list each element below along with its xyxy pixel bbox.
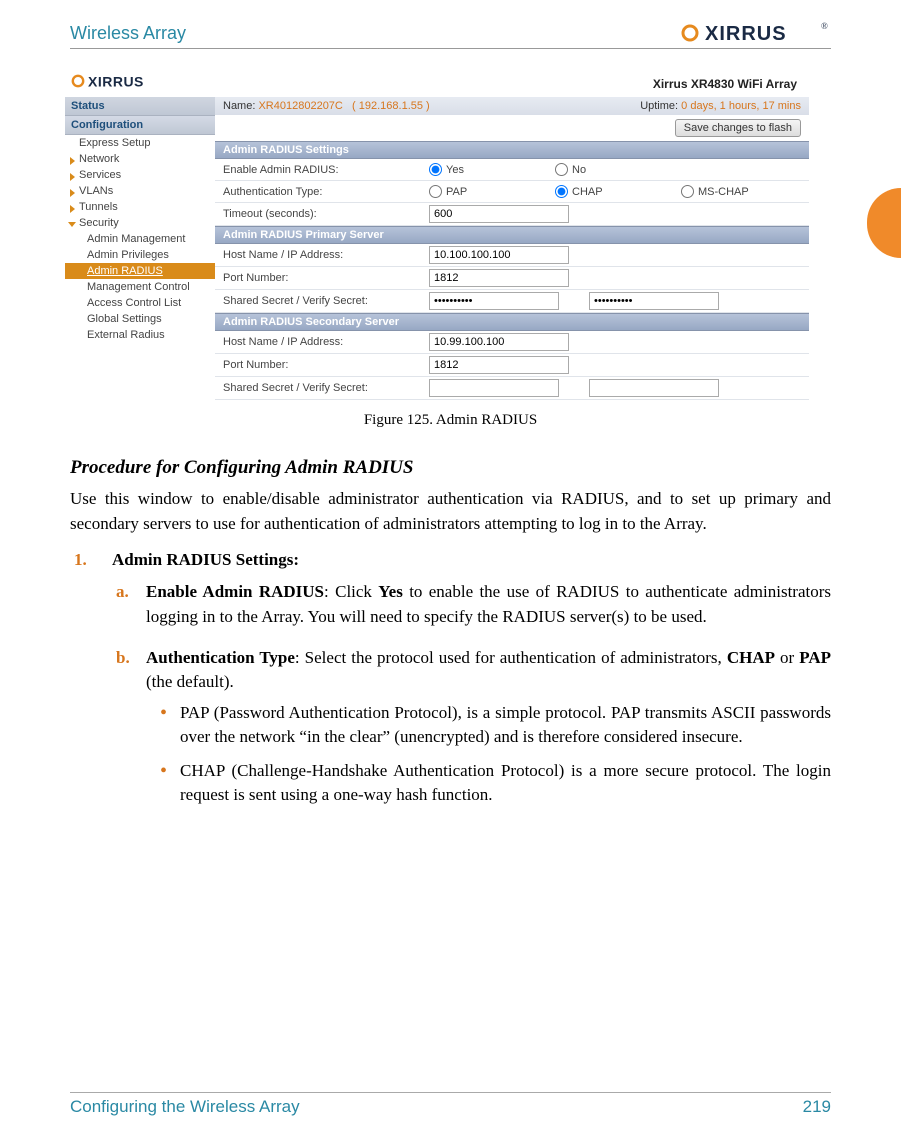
sidebar-status[interactable]: Status	[65, 97, 215, 116]
section-settings: Admin RADIUS Settings	[215, 141, 809, 159]
enable-no-radio[interactable]	[555, 163, 568, 176]
step-a-text: Enable Admin RADIUS: Click Yes to enable…	[146, 582, 831, 626]
sidebar-sub-admin-radius[interactable]: Admin RADIUS	[65, 263, 215, 279]
step-1-title: Admin RADIUS Settings:	[112, 550, 299, 569]
secondary-verify-input[interactable]	[589, 379, 719, 397]
content-pane: Name: XR4012802207C ( 192.168.1.55 ) Upt…	[215, 97, 809, 400]
primary-secret-label: Shared Secret / Verify Secret:	[223, 295, 423, 307]
svg-text:®: ®	[821, 21, 828, 31]
sidebar-item-express[interactable]: Express Setup	[65, 135, 215, 151]
procedure-list: 1. Admin RADIUS Settings: a. Enable Admi…	[70, 550, 831, 807]
sidebar-item-tunnels[interactable]: Tunnels	[65, 199, 215, 215]
ip-value: ( 192.168.1.55 )	[352, 100, 430, 112]
name-label: Name:	[223, 100, 255, 112]
step-b-letter: b.	[116, 646, 130, 671]
footer-page-number: 219	[803, 1097, 831, 1117]
secondary-host-label: Host Name / IP Address:	[223, 336, 423, 348]
device-info-bar: Name: XR4012802207C ( 192.168.1.55 ) Upt…	[215, 97, 809, 115]
primary-host-input[interactable]	[429, 246, 569, 264]
sidebar-sub-admin-mgmt[interactable]: Admin Management	[65, 231, 215, 247]
secondary-port-input[interactable]	[429, 356, 569, 374]
step-a-letter: a.	[116, 580, 129, 605]
ui-brand-logo: XIRRUS	[71, 71, 167, 91]
bullet-pap: PAP (Password Authentication Protocol), …	[180, 701, 831, 749]
secondary-port-label: Port Number:	[223, 359, 423, 371]
bullet-chap: CHAP (Challenge-Handshake Authentication…	[180, 759, 831, 807]
auth-chap-text: CHAP	[572, 186, 603, 198]
secondary-host-input[interactable]	[429, 333, 569, 351]
section-primary: Admin RADIUS Primary Server	[215, 226, 809, 244]
secondary-secret-label: Shared Secret / Verify Secret:	[223, 382, 423, 394]
auth-mschap-radio[interactable]	[681, 185, 694, 198]
doc-title: Wireless Array	[70, 23, 186, 44]
footer-section: Configuring the Wireless Array	[70, 1097, 300, 1117]
primary-port-input[interactable]	[429, 269, 569, 287]
sidebar-item-vlans[interactable]: VLANs	[65, 183, 215, 199]
primary-port-label: Port Number:	[223, 272, 423, 284]
svg-text:XIRRUS: XIRRUS	[705, 23, 787, 45]
auth-chap-radio[interactable]	[555, 185, 568, 198]
procedure-heading: Procedure for Configuring Admin RADIUS	[70, 457, 831, 479]
secondary-secret-input[interactable]	[429, 379, 559, 397]
auth-mschap-text: MS-CHAP	[698, 186, 749, 198]
enable-no-text: No	[572, 164, 586, 176]
intro-paragraph: Use this window to enable/disable admini…	[70, 487, 831, 536]
auth-pap-text: PAP	[446, 186, 467, 198]
authtype-label: Authentication Type:	[223, 186, 423, 198]
primary-secret-input[interactable]	[429, 292, 559, 310]
sidebar-sub-global[interactable]: Global Settings	[65, 311, 215, 327]
svg-text:XIRRUS: XIRRUS	[88, 74, 144, 90]
timeout-label: Timeout (seconds):	[223, 208, 423, 220]
section-secondary: Admin RADIUS Secondary Server	[215, 313, 809, 331]
sidebar-configuration[interactable]: Configuration	[65, 116, 215, 135]
figure-caption: Figure 125. Admin RADIUS	[70, 412, 831, 429]
uptime-label: Uptime:	[640, 100, 678, 112]
primary-host-label: Host Name / IP Address:	[223, 249, 423, 261]
product-title: Xirrus XR4830 WiFi Array	[653, 77, 797, 91]
sidebar-item-network[interactable]: Network	[65, 151, 215, 167]
running-header: Wireless Array XIRRUS ®	[70, 20, 831, 49]
enable-yes-text: Yes	[446, 164, 464, 176]
save-button[interactable]: Save changes to flash	[675, 119, 801, 137]
brand-logo: XIRRUS ®	[681, 20, 831, 46]
sidebar-sub-acl[interactable]: Access Control List	[65, 295, 215, 311]
uptime-value: 0 days, 1 hours, 17 mins	[681, 100, 801, 112]
page-footer: Configuring the Wireless Array 219	[70, 1092, 831, 1117]
name-value: XR4012802207C	[258, 100, 342, 112]
admin-radius-screenshot: XIRRUS Xirrus XR4830 WiFi Array Status C…	[65, 67, 803, 400]
sidebar-sub-mgmt-control[interactable]: Management Control	[65, 279, 215, 295]
sidebar-item-security[interactable]: Security	[65, 215, 215, 231]
sidebar-item-services[interactable]: Services	[65, 167, 215, 183]
timeout-input[interactable]	[429, 205, 569, 223]
sidebar: Status Configuration Express Setup Netwo…	[65, 97, 215, 400]
sidebar-sub-admin-priv[interactable]: Admin Privileges	[65, 247, 215, 263]
auth-pap-radio[interactable]	[429, 185, 442, 198]
primary-verify-input[interactable]	[589, 292, 719, 310]
step-1-number: 1.	[74, 550, 87, 570]
enable-yes-radio[interactable]	[429, 163, 442, 176]
sidebar-sub-ext-radius[interactable]: External Radius	[65, 327, 215, 343]
step-b-text: Authentication Type: Select the protocol…	[146, 648, 831, 692]
enable-label: Enable Admin RADIUS:	[223, 164, 423, 176]
